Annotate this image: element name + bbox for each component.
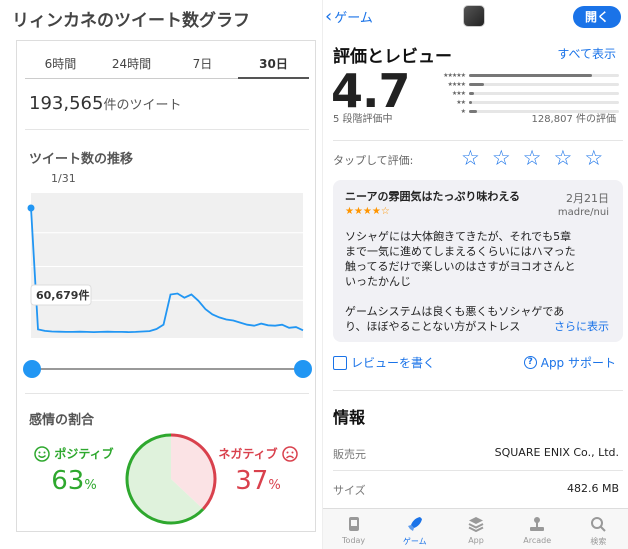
range-slider-track[interactable] [33, 368, 303, 370]
search-icon [591, 517, 607, 532]
sentiment-title: 感情の割合 [29, 413, 95, 428]
tab-games[interactable]: ゲーム [384, 509, 445, 549]
sentiment-donut-chart [125, 433, 217, 525]
rating-bar-fill [469, 83, 484, 86]
info-title: 情報 [333, 408, 366, 427]
tab-search[interactable]: 検索 [568, 509, 628, 549]
app-support-button[interactable]: ? App サポート [523, 354, 616, 371]
negative-percent: 37% [235, 466, 281, 496]
write-review-label: レビューを書く [351, 356, 436, 370]
app-support-label: App サポート [540, 356, 616, 370]
tweet-graph-panel: リィンカネのツイート数グラフ 6時間 24時間 7日 30日 193,565件の… [0, 0, 322, 549]
positive-label: ポジティブ [54, 447, 114, 461]
stack-icon [468, 517, 484, 533]
nav-bar: ‹ ゲーム 開く [323, 0, 628, 36]
rating-bar-2: ★★ [433, 99, 619, 106]
today-icon [348, 517, 359, 531]
tab-arcade[interactable]: Arcade [507, 509, 568, 549]
info-key: サイズ [333, 484, 366, 497]
tab-today[interactable]: Today [323, 509, 384, 549]
rating-bar-1: ★ [433, 108, 619, 115]
tab-6h[interactable]: 6時間 [25, 51, 96, 79]
tab-apps[interactable]: App [445, 509, 506, 549]
tab-bar: Today ゲーム App Arcade 検索 [323, 508, 628, 549]
info-value: 482.6 MB [566, 482, 619, 495]
rating-bar-5: ★★★★★ [433, 72, 619, 79]
open-button[interactable]: 開く [573, 6, 621, 28]
review-author: madre/nui [557, 207, 609, 218]
tweet-total-value: 193,565 [29, 93, 104, 114]
app-icon [463, 5, 485, 27]
review-date: 2月21日 [566, 192, 609, 205]
joystick-icon [530, 517, 545, 531]
rating-caption: 5 段階評価中 [333, 114, 393, 125]
trend-title: ツイート数の推移 [29, 152, 134, 167]
rating-bar-fill [469, 74, 592, 77]
rating-bar-3: ★★★ [433, 90, 619, 97]
trend-date: 1/31 [51, 172, 76, 185]
tweet-total: 193,565件のツイート [29, 93, 181, 114]
rate-star-1-icon[interactable]: ☆ [461, 146, 480, 170]
negative-block: ネガティブ 37% [213, 445, 303, 496]
page-title: リィンカネのツイート数グラフ [12, 11, 250, 31]
info-row-seller: 販売元 SQUARE ENIX Co., Ltd. [333, 446, 619, 466]
tab-30d[interactable]: 30日 [238, 51, 309, 79]
rate-star-4-icon[interactable]: ☆ [553, 146, 572, 170]
back-button[interactable]: ‹ ゲーム [325, 7, 373, 26]
tweet-trend-chart: 60,679件 [27, 193, 304, 338]
positive-block: ポジティブ 63% [29, 445, 119, 496]
tap-to-rate-stars: ☆ ☆ ☆ ☆ ☆ [461, 146, 603, 170]
chevron-left-icon: ‹ [325, 5, 333, 27]
rate-star-2-icon[interactable]: ☆ [492, 146, 511, 170]
info-value: SQUARE ENIX Co., Ltd. [494, 446, 619, 459]
graph-card: 6時間 24時間 7日 30日 193,565件のツイート ツイート数の推移 1… [16, 40, 316, 532]
back-label: ゲーム [334, 11, 373, 26]
tab-7d[interactable]: 7日 [167, 51, 238, 79]
review-card[interactable]: ニーアの雰囲気はたっぷり味わえる 2月21日 ★★★★☆ madre/nui ソ… [333, 180, 623, 342]
negative-label: ネガティブ [218, 447, 278, 461]
period-tabs: 6時間 24時間 7日 30日 [25, 51, 309, 79]
sad-icon [281, 445, 298, 462]
rating-bar-fill [469, 101, 472, 104]
range-slider-end-handle[interactable] [294, 360, 312, 378]
rating-bar-4: ★★★★ [433, 81, 619, 88]
divider [25, 129, 309, 130]
chart-plot-area [31, 193, 303, 338]
divider [333, 390, 623, 391]
rating-bar-fill [469, 92, 474, 95]
rate-star-5-icon[interactable]: ☆ [584, 146, 603, 170]
divider [25, 393, 309, 394]
app-store-panel: ‹ ゲーム 開く 評価とレビュー すべて表示 4.7 5 段階評価中 128,8… [322, 0, 628, 549]
divider [333, 470, 623, 471]
rating-distribution: ★★★★★ ★★★★ ★★★ ★★ ★ [433, 72, 619, 117]
rate-star-3-icon[interactable]: ☆ [523, 146, 542, 170]
see-all-link[interactable]: すべて表示 [557, 45, 616, 62]
question-icon: ? [523, 356, 537, 369]
chart-tooltip: 60,679件 [30, 284, 92, 306]
info-key: 販売元 [333, 448, 366, 461]
tap-to-rate-label: タップして評価: [333, 154, 414, 167]
tweet-total-unit: 件のツイート [103, 98, 182, 113]
smile-icon [34, 445, 51, 462]
divider [333, 140, 623, 141]
tab-24h[interactable]: 24時間 [96, 51, 167, 79]
info-row-size: サイズ 482.6 MB [333, 482, 619, 502]
chart-highlight-point [27, 204, 35, 212]
edit-icon [333, 355, 347, 370]
range-slider-start-handle[interactable] [23, 360, 41, 378]
rocket-icon [407, 517, 422, 531]
chart-tooltip-label: 60,679件 [36, 288, 89, 302]
write-review-button[interactable]: レビューを書く [333, 354, 435, 371]
show-more-link[interactable]: さらに表示 [550, 318, 609, 334]
rating-bar-fill [469, 110, 477, 113]
positive-percent: 63% [51, 466, 97, 496]
